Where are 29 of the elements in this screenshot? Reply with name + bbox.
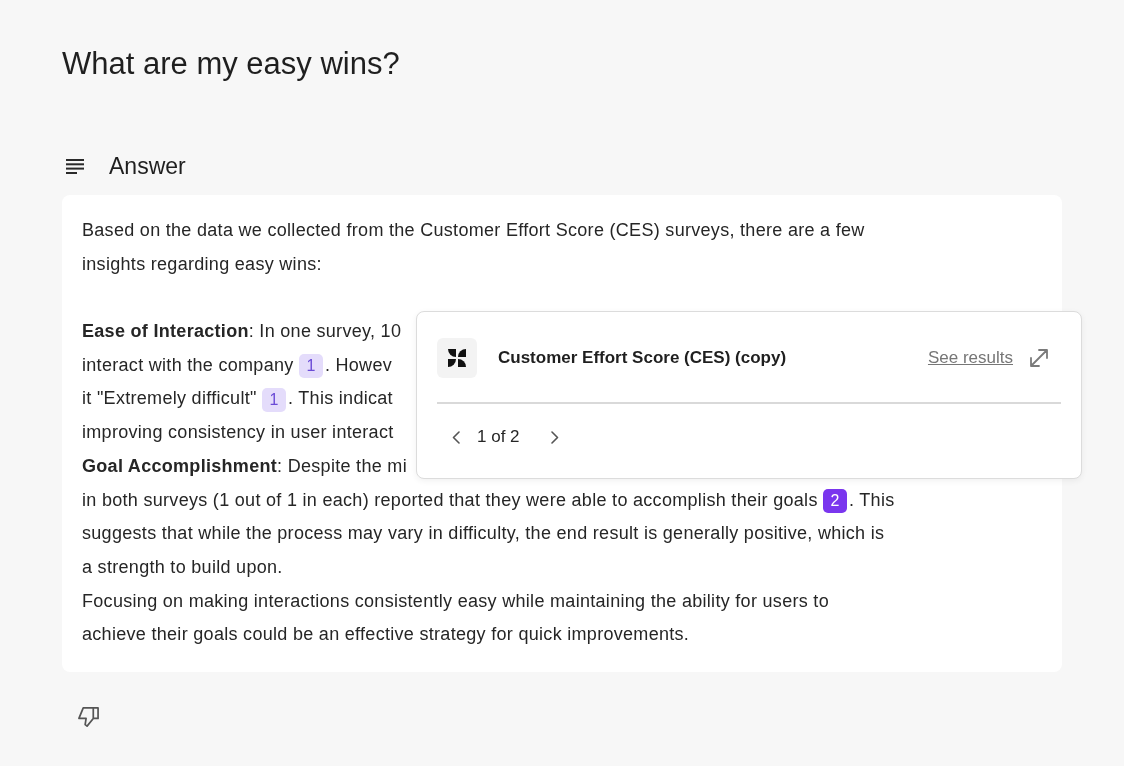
question-heading: What are my easy wins?: [62, 45, 400, 83]
answer-text: in both surveys (1 out of 1 in each) reported that they were able to accomplish their goals: [82, 489, 819, 510]
citation-badge[interactable]: 2: [823, 488, 847, 513]
answer-text: it "Extremely difficult": [82, 388, 258, 409]
logo-icon: [437, 338, 477, 378]
page-counter: 1 of 2: [477, 427, 520, 447]
thumbs-down-icon[interactable]: [77, 705, 100, 728]
answer-text: . This: [849, 489, 895, 510]
answer-text: a strength to build upon.: [82, 556, 283, 577]
answer-text: interact with the company: [82, 354, 295, 375]
answer-text: . This indicat: [288, 388, 393, 409]
answer-text: Focusing on making interactions consistently easy while maintaining the ability for users to: [82, 590, 829, 611]
expand-icon[interactable]: [1029, 348, 1049, 368]
citation-badge[interactable]: 1: [298, 354, 323, 378]
answer-text: Based on the data we collected from the Customer Effort Score (CES) surveys, there are a few: [82, 220, 865, 240]
answer-text: suggests that while the process may vary in difficulty, the end result is generally positive, which is: [82, 523, 885, 544]
chevron-right-icon[interactable]: [550, 430, 559, 444]
answer-text: Ease of Interaction: In one survey, 10: [82, 321, 402, 342]
answer-text: insights regarding easy wins:: [82, 253, 322, 274]
answer-text: . Howev: [324, 354, 393, 375]
answer-heading: Answer: [109, 152, 186, 181]
answer-text: Goal Accomplishment: Despite the mi: [82, 455, 407, 476]
see-results-link[interactable]: See results: [927, 348, 1013, 368]
answer-text: improving consistency in user interact: [82, 422, 394, 443]
text-lines-icon: [66, 158, 84, 174]
answer-text: achieve their goals could be an effective strategy for quick improvements.: [82, 624, 690, 645]
chevron-left-icon[interactable]: [452, 430, 460, 444]
citation-badge[interactable]: 1: [262, 387, 286, 412]
source-title: Customer Effort Score (CES) (copy): [498, 348, 787, 368]
